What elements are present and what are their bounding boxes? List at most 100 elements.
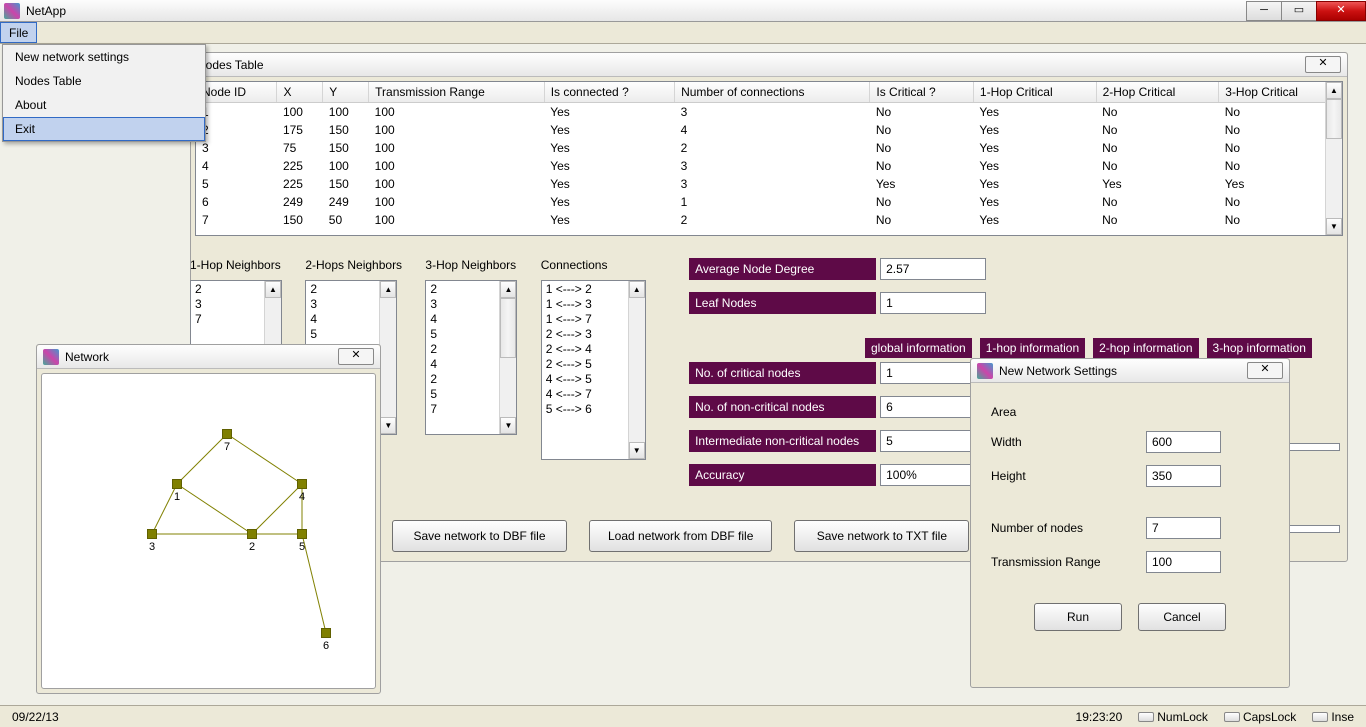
status-numlock: NumLock bbox=[1157, 710, 1208, 724]
table-header[interactable]: Is connected ? bbox=[544, 82, 674, 103]
keyboard-icon bbox=[1312, 712, 1328, 722]
network-node-label: 6 bbox=[323, 640, 329, 652]
minimize-button[interactable]: ─ bbox=[1246, 1, 1282, 21]
table-header[interactable]: 2-Hop Critical bbox=[1096, 82, 1219, 103]
critical-nodes-label: No. of critical nodes bbox=[689, 362, 876, 384]
hop1-info-label: 1-hop information bbox=[980, 338, 1085, 358]
network-node[interactable] bbox=[297, 479, 307, 489]
table-row[interactable]: 4225100100Yes3NoYesNoNo bbox=[196, 157, 1342, 175]
network-node-label: 4 bbox=[299, 491, 305, 503]
network-window-close-icon[interactable]: ✕ bbox=[338, 348, 374, 365]
avg-degree-label: Average Node Degree bbox=[689, 258, 876, 280]
settings-window: New Network Settings ✕ Area Width600 Hei… bbox=[970, 358, 1290, 688]
nodes-table: Node IDXYTransmission RangeIs connected … bbox=[196, 82, 1342, 229]
table-row[interactable]: 375150100Yes2NoYesNoNo bbox=[196, 139, 1342, 157]
network-node[interactable] bbox=[147, 529, 157, 539]
maximize-button[interactable]: ▭ bbox=[1281, 1, 1317, 21]
table-scrollbar[interactable]: ▲ ▼ bbox=[1325, 82, 1342, 235]
network-node[interactable] bbox=[321, 628, 331, 638]
menu-nodes-table[interactable]: Nodes Table bbox=[3, 69, 205, 93]
network-node-label: 7 bbox=[224, 441, 230, 453]
leaf-nodes-value: 1 bbox=[880, 292, 986, 314]
keyboard-icon bbox=[1224, 712, 1240, 722]
area-label: Area bbox=[991, 405, 1016, 419]
settings-window-close-icon[interactable]: ✕ bbox=[1247, 362, 1283, 379]
menubar: File bbox=[0, 22, 1366, 44]
run-button[interactable]: Run bbox=[1034, 603, 1122, 631]
menu-exit[interactable]: Exit bbox=[3, 117, 205, 141]
noncritical-nodes-label: No. of non-critical nodes bbox=[689, 396, 876, 418]
table-header[interactable]: Number of connections bbox=[675, 82, 870, 103]
table-header[interactable]: Node ID bbox=[196, 82, 277, 103]
range-input[interactable]: 100 bbox=[1146, 551, 1221, 573]
list-item[interactable]: 2 <---> 3 bbox=[546, 327, 641, 342]
cancel-button[interactable]: Cancel bbox=[1138, 603, 1226, 631]
file-menu-dropdown: New network settings Nodes Table About E… bbox=[2, 44, 206, 142]
table-header[interactable]: Y bbox=[323, 82, 369, 103]
table-header[interactable]: Is Critical ? bbox=[870, 82, 974, 103]
settings-window-icon bbox=[977, 363, 993, 379]
scroll-down-icon[interactable]: ▼ bbox=[1326, 218, 1342, 235]
load-dbf-button[interactable]: Load network from DBF file bbox=[589, 520, 772, 552]
save-dbf-button[interactable]: Save network to DBF file bbox=[392, 520, 567, 552]
avg-degree-value: 2.57 bbox=[880, 258, 986, 280]
network-node[interactable] bbox=[172, 479, 182, 489]
global-info-label: global information bbox=[865, 338, 972, 358]
network-window-icon bbox=[43, 349, 59, 365]
table-header[interactable]: 1-Hop Critical bbox=[973, 82, 1096, 103]
network-node[interactable] bbox=[297, 529, 307, 539]
close-button[interactable]: ✕ bbox=[1316, 1, 1366, 21]
accuracy-label: Accuracy bbox=[689, 464, 876, 486]
statusbar: 09/22/13 19:23:20 NumLock CapsLock Inse bbox=[0, 705, 1366, 727]
save-txt-button[interactable]: Save network to TXT file bbox=[794, 520, 969, 552]
hop3-listbox[interactable]: 234524257 ▲▼ bbox=[425, 280, 517, 435]
intermediate-nodes-label: Intermediate non-critical nodes bbox=[689, 430, 876, 452]
status-time: 19:23:20 bbox=[1068, 710, 1131, 724]
network-window-title: Network bbox=[65, 350, 338, 364]
leaf-nodes-label: Leaf Nodes bbox=[689, 292, 876, 314]
status-inse: Inse bbox=[1331, 710, 1354, 724]
list-item[interactable]: 1 <---> 3 bbox=[546, 297, 641, 312]
nodes-table-close-icon[interactable]: ✕ bbox=[1305, 56, 1341, 73]
hop-info-labels: global information 1-hop information 2-h… bbox=[865, 338, 1312, 358]
menu-file[interactable]: File bbox=[0, 22, 37, 43]
network-node-label: 1 bbox=[174, 491, 180, 503]
hop1-label: 1-Hop Neighbors bbox=[190, 258, 282, 272]
settings-window-title: New Network Settings bbox=[999, 364, 1247, 378]
list-item[interactable]: 1 <---> 2 bbox=[546, 282, 641, 297]
table-row[interactable]: 1100100100Yes3NoYesNoNo bbox=[196, 103, 1342, 122]
network-node[interactable] bbox=[247, 529, 257, 539]
list-item[interactable]: 1 <---> 7 bbox=[546, 312, 641, 327]
app-icon bbox=[4, 3, 20, 19]
connections-listbox[interactable]: 1 <---> 21 <---> 31 <---> 72 <---> 32 <-… bbox=[541, 280, 646, 460]
hop3-info-label: 3-hop information bbox=[1207, 338, 1312, 358]
range-label: Transmission Range bbox=[991, 555, 1146, 569]
list-item[interactable]: 2 <---> 5 bbox=[546, 357, 641, 372]
table-row[interactable]: 5225150100Yes3YesYesYesYes bbox=[196, 175, 1342, 193]
nodes-count-input[interactable]: 7 bbox=[1146, 517, 1221, 539]
hop3-label: 3-Hop Neighbors bbox=[425, 258, 517, 272]
hop2-label: 2-Hops Neighbors bbox=[305, 258, 402, 272]
list-item[interactable]: 4 <---> 7 bbox=[546, 387, 641, 402]
nodes-count-label: Number of nodes bbox=[991, 521, 1146, 535]
list-item[interactable]: 5 <---> 6 bbox=[546, 402, 641, 417]
list-item[interactable]: 4 <---> 5 bbox=[546, 372, 641, 387]
list-item[interactable]: 2 <---> 4 bbox=[546, 342, 641, 357]
table-row[interactable]: 715050100Yes2NoYesNoNo bbox=[196, 211, 1342, 229]
scroll-up-icon[interactable]: ▲ bbox=[1326, 82, 1342, 99]
table-header[interactable]: Transmission Range bbox=[369, 82, 545, 103]
network-node[interactable] bbox=[222, 429, 232, 439]
table-row[interactable]: 6249249100Yes1NoYesNoNo bbox=[196, 193, 1342, 211]
table-row[interactable]: 2175150100Yes4NoYesNoNo bbox=[196, 121, 1342, 139]
status-capslock: CapsLock bbox=[1243, 710, 1296, 724]
table-header[interactable]: 3-Hop Critical bbox=[1219, 82, 1342, 103]
height-input[interactable]: 350 bbox=[1146, 465, 1221, 487]
keyboard-icon bbox=[1138, 712, 1154, 722]
table-header[interactable]: X bbox=[277, 82, 323, 103]
menu-new-network-settings[interactable]: New network settings bbox=[3, 45, 205, 69]
width-input[interactable]: 600 bbox=[1146, 431, 1221, 453]
connections-label: Connections bbox=[541, 258, 646, 272]
scroll-thumb[interactable] bbox=[1326, 99, 1342, 139]
button-row: Save network to DBF file Load network fr… bbox=[392, 520, 969, 552]
menu-about[interactable]: About bbox=[3, 93, 205, 117]
